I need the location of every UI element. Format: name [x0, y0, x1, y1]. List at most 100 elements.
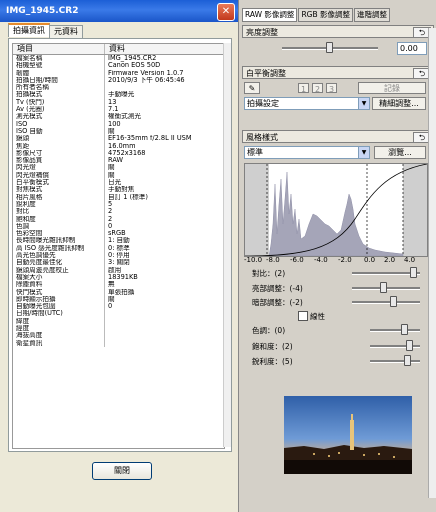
row-item-label: 對焦模式	[13, 186, 105, 194]
picture-style-select[interactable]: 標準 ▼	[244, 146, 370, 159]
table-row[interactable]: 相片風格 自訂 1 (標準)	[13, 193, 224, 201]
table-row[interactable]: 拍攝日期/時間 2010/9/3 下午 06:45:46	[13, 76, 224, 85]
tab-rgb-adjust[interactable]: RGB 影像調整	[298, 8, 353, 22]
row-item-label: Av (光圈)	[13, 106, 105, 114]
highlight-slider-thumb[interactable]	[380, 282, 387, 293]
shadow-slider[interactable]	[352, 301, 420, 304]
column-header-item[interactable]: 項目	[13, 44, 105, 54]
table-row[interactable]: 鏡頭周邊亮度校正 啟用	[13, 266, 224, 274]
table-row[interactable]: ISO 100	[13, 120, 224, 128]
row-item-label: 經度	[13, 324, 105, 333]
table-row[interactable]: 高 ISO 感光度雜訊抑制 0: 標準	[13, 244, 224, 253]
table-row[interactable]: 日期/時間(UTC)	[13, 310, 224, 318]
table-row[interactable]: 韌體 Firmware Version 1.0.7	[13, 69, 224, 77]
row-item-value: RAW	[108, 157, 123, 165]
table-row[interactable]: 衛星資訊	[13, 339, 224, 347]
dialog-titlebar[interactable]: IMG_1945.CR2 ✕	[0, 0, 238, 22]
row-item-label: 白平衡模式	[13, 179, 105, 187]
close-icon[interactable]: ✕	[217, 3, 235, 21]
row-item-value	[105, 332, 224, 339]
table-row[interactable]: 焦距 16.0mm	[13, 142, 224, 150]
table-row[interactable]: 自動亮度最佳化 3: 關閉	[13, 259, 224, 267]
table-row[interactable]: 白平衡模式 日光	[13, 179, 224, 187]
chevron-down-icon: ▼	[358, 98, 369, 109]
shadow-slider-thumb[interactable]	[390, 296, 397, 307]
table-scrollbar[interactable]	[223, 43, 231, 447]
wb-preset-1[interactable]: 1	[298, 83, 309, 94]
row-item-label: 焦距	[13, 142, 105, 150]
brightness-value-field[interactable]: 0.00	[397, 42, 427, 55]
table-row[interactable]: Tv (快門) 13	[13, 98, 224, 107]
wb-register-button[interactable]: 記錄	[358, 82, 426, 94]
saturation-slider-thumb[interactable]	[406, 340, 413, 351]
tab-metadata[interactable]: 元資料	[49, 25, 83, 38]
picture-style-section-header: 風格樣式 ⮌	[242, 130, 434, 143]
wb-preset-3[interactable]: 3	[326, 83, 337, 94]
linear-checkbox[interactable]	[298, 311, 308, 321]
contrast-slider-thumb[interactable]	[410, 267, 417, 278]
eyedropper-icon[interactable]: ✎	[244, 82, 260, 94]
table-row[interactable]: 經度	[13, 324, 224, 333]
table-row[interactable]: 閃光燈補償關	[13, 171, 224, 180]
table-row[interactable]: 閃光燈關	[13, 164, 224, 172]
image-thumbnail	[284, 396, 412, 474]
axis-tick-label: 4.0	[404, 256, 416, 264]
table-row[interactable]: 即時顯示拍攝關	[13, 295, 224, 304]
highlight-label: 亮部調整：(-4)	[252, 284, 303, 293]
table-row[interactable]: 測光模式 權衡式測光	[13, 113, 224, 121]
table-row[interactable]: 影像尺寸 4752x3168	[13, 149, 224, 158]
row-item-value: 單張拍攝	[108, 288, 135, 296]
table-row[interactable]: 自動曝光包圍 0	[13, 303, 224, 311]
tab-shooting-info[interactable]: 拍攝資訊	[8, 23, 50, 37]
tone-curve-histogram[interactable]	[244, 163, 428, 257]
brightness-slider-thumb[interactable]	[326, 42, 333, 53]
close-button[interactable]: 關閉	[92, 462, 152, 480]
table-row[interactable]: 快門模式 單張拍攝	[13, 288, 224, 296]
column-header-data[interactable]: 資料	[105, 44, 224, 54]
table-row[interactable]: 高光色調優先 0: 停用	[13, 252, 224, 260]
row-item-value: 0	[108, 222, 113, 230]
table-row[interactable]: 長時間曝光雜訊抑制 1: 自動	[13, 237, 224, 245]
palette-scrollbar[interactable]	[428, 28, 436, 498]
row-item-value: 2	[108, 215, 113, 223]
tab-raw-adjust[interactable]: RAW 影像調整	[242, 8, 298, 22]
table-row[interactable]: 飽和度 2	[13, 215, 224, 223]
table-row[interactable]: 色調 0	[13, 222, 224, 231]
row-item-value: 權衡式測光	[108, 113, 141, 121]
wb-mode-select[interactable]: 拍攝設定 ▼	[244, 97, 370, 110]
contrast-label: 對比：(2)	[252, 269, 286, 278]
table-row[interactable]: 相機型號 Canon EOS 50D	[13, 62, 224, 70]
wb-fine-tune-button[interactable]: 精細調整...	[372, 97, 426, 110]
table-row[interactable]: 海拔高度	[13, 332, 224, 340]
color-tone-slider-thumb[interactable]	[401, 324, 408, 335]
row-item-value	[105, 318, 224, 325]
table-row[interactable]: Av (光圈) 7.1	[13, 106, 224, 114]
table-row[interactable]: 檔案大小 18391KB	[13, 273, 224, 282]
row-item-value: 2	[108, 208, 113, 216]
table-row[interactable]: 影像品質 RAW	[13, 157, 224, 165]
picture-style-browse-button[interactable]: 瀏覽...	[374, 146, 426, 159]
table-row[interactable]: 鏡頭 EF16-35mm f/2.8L II USM	[13, 135, 224, 143]
tab-advanced[interactable]: 進階調整	[354, 8, 390, 22]
table-row[interactable]: 對焦模式 手動對焦	[13, 186, 224, 194]
color-tone-slider[interactable]	[370, 329, 420, 332]
table-row[interactable]: 銳利度 5	[13, 200, 224, 209]
table-row[interactable]: 緯度	[13, 317, 224, 325]
wb-preset-2[interactable]: 2	[312, 83, 323, 94]
linear-label: 線性	[310, 312, 325, 321]
sharpness-slider-thumb[interactable]	[404, 355, 411, 366]
table-row[interactable]: 色彩空間 sRGB	[13, 230, 224, 238]
table-row[interactable]: 對比 2	[13, 208, 224, 216]
table-row[interactable]: 檔案名稱 IMG_1945.CR2	[13, 55, 224, 63]
row-item-value: 7.1	[108, 106, 119, 114]
table-row[interactable]: ISO 自動關	[13, 127, 224, 136]
brightness-section-header: 亮度調整 ⮌	[242, 25, 434, 38]
sharpness-slider[interactable]	[370, 360, 420, 363]
row-item-value: sRGB	[108, 230, 126, 238]
table-row[interactable]: 所有者名稱	[13, 84, 224, 92]
row-item-label: ISO	[13, 120, 105, 128]
row-item-value	[105, 325, 224, 332]
row-item-value	[105, 310, 224, 317]
table-row[interactable]: 除塵資料無	[13, 281, 224, 289]
table-row[interactable]: 拍攝模式 手動曝光	[13, 91, 224, 99]
